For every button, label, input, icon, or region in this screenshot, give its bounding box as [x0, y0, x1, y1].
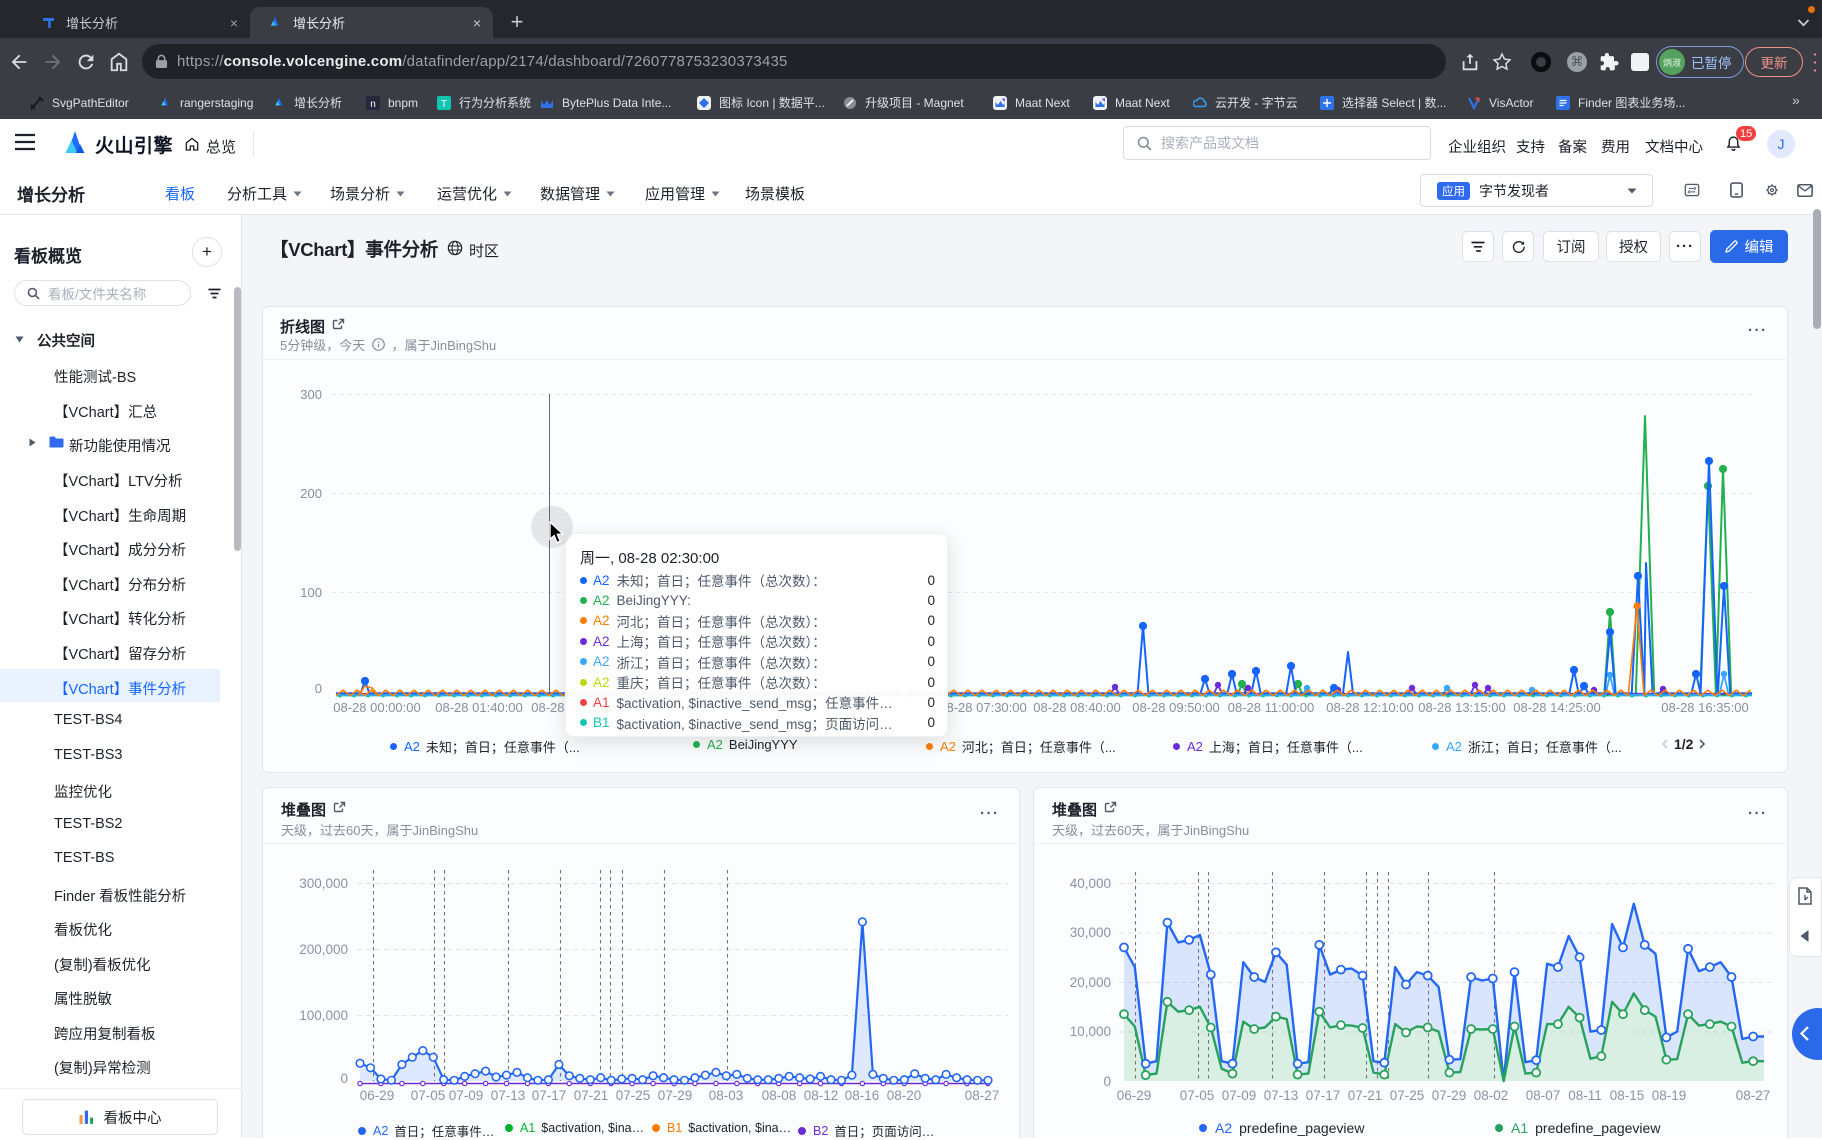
svg-text:07-13: 07-13 [491, 1088, 526, 1103]
svg-text:30,000: 30,000 [1070, 925, 1111, 940]
svg-text:07-21: 07-21 [1348, 1088, 1383, 1103]
svg-text:T: T [441, 99, 447, 110]
svg-text:08-28 09:50:00: 08-28 09:50:00 [1132, 700, 1219, 715]
svg-text:07-17: 07-17 [1306, 1088, 1341, 1103]
svg-text:08-28 16:35:00: 08-28 16:35:00 [1661, 700, 1748, 715]
svg-text:08-08: 08-08 [762, 1088, 797, 1103]
svg-text:07-25: 07-25 [1390, 1088, 1425, 1103]
svg-text:08-03: 08-03 [709, 1088, 744, 1103]
svg-text:07-13: 07-13 [1264, 1088, 1299, 1103]
svg-text:08-27: 08-27 [1736, 1088, 1771, 1103]
svg-text:300: 300 [300, 387, 322, 402]
svg-text:0: 0 [315, 681, 322, 696]
svg-text:08-28 14:25:00: 08-28 14:25:00 [1513, 700, 1600, 715]
svg-text:07-05: 07-05 [1180, 1088, 1215, 1103]
svg-text:08-12: 08-12 [804, 1088, 839, 1103]
svg-text:08-19: 08-19 [1652, 1088, 1687, 1103]
svg-text:07-25: 07-25 [616, 1088, 651, 1103]
svg-text:08-11: 08-11 [1568, 1088, 1602, 1103]
svg-text:08-07: 08-07 [1526, 1088, 1561, 1103]
svg-text:08-16: 08-16 [845, 1088, 880, 1103]
svg-text:40,000: 40,000 [1070, 876, 1111, 891]
svg-text:08-28 00:00:00: 08-28 00:00:00 [333, 700, 420, 715]
svg-text:07-09: 07-09 [1222, 1088, 1257, 1103]
svg-text:200: 200 [300, 486, 322, 501]
svg-text:10,000: 10,000 [1070, 1024, 1111, 1039]
svg-text:100,000: 100,000 [299, 1008, 348, 1023]
svg-text:07-29: 07-29 [1432, 1088, 1467, 1103]
svg-text:08-28 07:30:00: 08-28 07:30:00 [939, 700, 1026, 715]
svg-text:06-29: 06-29 [360, 1088, 395, 1103]
svg-text:07-09: 07-09 [449, 1088, 484, 1103]
svg-text:n: n [370, 99, 376, 110]
svg-text:08-28 12:10:00: 08-28 12:10:00 [1326, 700, 1413, 715]
svg-text:08-28 11:00:00: 08-28 11:00:00 [1228, 700, 1315, 715]
svg-text:0: 0 [340, 1071, 348, 1086]
svg-text:07-21: 07-21 [574, 1088, 609, 1103]
svg-text:100: 100 [300, 585, 322, 600]
svg-text:07-17: 07-17 [532, 1088, 567, 1103]
svg-text:08-28 08:40:00: 08-28 08:40:00 [1033, 700, 1120, 715]
svg-text:08-28 01:40:00: 08-28 01:40:00 [435, 700, 522, 715]
svg-text:08-28 13:15:00: 08-28 13:15:00 [1418, 700, 1505, 715]
svg-text:08-15: 08-15 [1610, 1088, 1645, 1103]
svg-text:08-20: 08-20 [887, 1088, 922, 1103]
svg-text:300,000: 300,000 [299, 876, 348, 891]
svg-text:08-02: 08-02 [1474, 1088, 1509, 1103]
svg-text:07-29: 07-29 [658, 1088, 693, 1103]
svg-text:07-05: 07-05 [411, 1088, 446, 1103]
svg-text:0: 0 [1103, 1074, 1111, 1089]
svg-text:200,000: 200,000 [299, 942, 348, 957]
svg-text:08-27: 08-27 [965, 1088, 1000, 1103]
svg-text:20,000: 20,000 [1070, 975, 1111, 990]
svg-text:06-29: 06-29 [1117, 1088, 1152, 1103]
